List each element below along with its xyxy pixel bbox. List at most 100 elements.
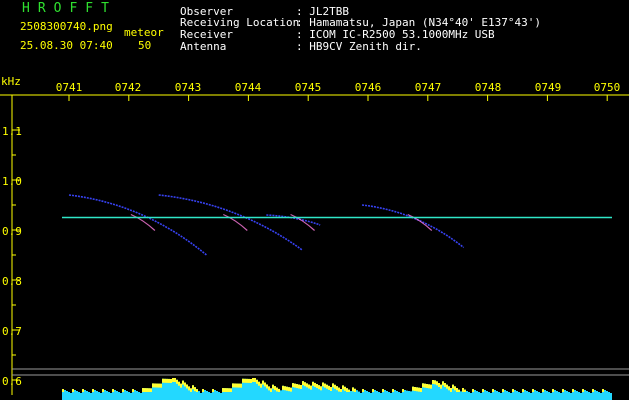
- spectrogram: [0, 94, 629, 400]
- noise-bar-peak: [156, 383, 158, 388]
- noise-bar: [130, 393, 132, 400]
- noise-bar: [556, 391, 558, 400]
- noise-bar: [386, 391, 388, 400]
- noise-bar: [356, 390, 358, 400]
- noise-bar-peak: [542, 389, 544, 392]
- noise-bar: [128, 392, 130, 400]
- noise-bar: [558, 392, 560, 400]
- noise-bar: [548, 392, 550, 400]
- noise-bar-peak: [316, 384, 318, 389]
- noise-bar: [216, 391, 218, 400]
- noise-bar: [84, 390, 86, 400]
- noise-bar-peak: [450, 388, 452, 392]
- noise-bar-peak: [430, 384, 432, 389]
- noise-bar-peak: [290, 387, 292, 392]
- noise-bar-peak: [552, 389, 554, 392]
- noise-bar-peak: [340, 389, 342, 392]
- noise-bar-peak: [170, 379, 172, 383]
- noise-bar-peak: [92, 389, 94, 392]
- noise-bar: [106, 391, 108, 400]
- noise-bar-peak: [260, 383, 262, 388]
- filename-label: 2508300740.png: [20, 20, 113, 33]
- noise-bar-peak: [240, 383, 242, 388]
- noise-bar-peak: [162, 378, 164, 383]
- noise-bar-peak: [412, 386, 414, 391]
- noise-bar: [68, 392, 70, 400]
- noise-bar: [466, 391, 468, 400]
- noise-bar: [136, 391, 138, 400]
- noise-bar-peak: [362, 389, 364, 392]
- noise-bar-peak: [438, 383, 440, 387]
- noise-bar: [408, 391, 410, 400]
- noise-bar: [580, 393, 582, 400]
- noise-bar: [604, 390, 606, 400]
- noise-bar-peak: [482, 389, 484, 392]
- noise-bar-peak: [302, 381, 304, 386]
- noise-bar-peak: [180, 383, 182, 388]
- noise-bar-peak: [228, 388, 230, 392]
- noise-bar-peak: [292, 383, 294, 388]
- noise-bar: [576, 391, 578, 400]
- noise-bar-peak: [288, 387, 290, 392]
- noise-bar-peak: [424, 383, 426, 388]
- noise-bar: [564, 390, 566, 400]
- y-tick-label: 1.0: [2, 175, 22, 188]
- noise-bar-peak: [186, 384, 188, 389]
- noise-bar: [538, 392, 540, 400]
- noise-bar-peak: [328, 385, 330, 390]
- echo-trace: [158, 194, 303, 251]
- noise-bar-peak: [286, 386, 288, 391]
- noise-bar-peak: [306, 383, 308, 388]
- noise-bar: [504, 390, 506, 400]
- noise-bar-peak: [338, 387, 340, 392]
- noise-bar-peak: [256, 379, 258, 384]
- noise-bar: [544, 390, 546, 400]
- noise-bar: [118, 392, 120, 400]
- noise-bar: [124, 390, 126, 400]
- noise-bar: [388, 392, 390, 400]
- noise-bar-peak: [318, 385, 320, 390]
- noise-bar-peak: [308, 384, 310, 389]
- noise-bar-peak: [274, 386, 276, 391]
- noise-bar-peak: [432, 380, 434, 384]
- echo-trace: [266, 214, 321, 226]
- noise-bar: [376, 391, 378, 400]
- noise-bar: [364, 390, 366, 400]
- mode-label: meteor: [124, 26, 164, 39]
- noise-bar-peak: [562, 389, 564, 392]
- x-tick-label: 0747: [414, 81, 442, 94]
- receiver-value: : ICOM IC-R2500 53.1000MHz USB: [296, 28, 495, 41]
- noise-bar: [134, 390, 136, 400]
- noise-bar-peak: [196, 389, 198, 392]
- noise-bar: [200, 393, 202, 400]
- noise-bar: [384, 390, 386, 400]
- noise-bar-peak: [242, 378, 244, 383]
- noise-bar-peak: [352, 387, 354, 392]
- x-tick-label: 0741: [55, 81, 83, 94]
- noise-bar: [494, 390, 496, 400]
- noise-bar-peak: [296, 384, 298, 389]
- noise-bar-peak: [278, 388, 280, 392]
- y-tick-label: 1.1: [2, 125, 22, 138]
- noise-bar-peak: [436, 381, 438, 386]
- noise-bar-peak: [330, 387, 332, 391]
- noise-bar: [208, 392, 210, 400]
- noise-bar: [390, 393, 392, 400]
- noise-bar-peak: [248, 378, 250, 383]
- noise-bar: [400, 393, 402, 400]
- noise-bar-peak: [422, 383, 424, 388]
- noise-bar-peak: [82, 389, 84, 392]
- noise-bar: [554, 390, 556, 400]
- y-axis-unit: kHz: [1, 75, 21, 88]
- noise-bar: [460, 391, 462, 400]
- noise-bar: [518, 392, 520, 400]
- noise-bar: [478, 392, 480, 400]
- noise-bar: [498, 392, 500, 400]
- noise-bar-peak: [270, 388, 272, 392]
- noise-bar-peak: [182, 380, 184, 385]
- noise-bar: [380, 393, 382, 400]
- noise-bar-peak: [236, 383, 238, 388]
- x-tick-label: 0742: [114, 81, 142, 94]
- noise-bar-peak: [264, 382, 266, 387]
- noise-bar-peak: [72, 389, 74, 392]
